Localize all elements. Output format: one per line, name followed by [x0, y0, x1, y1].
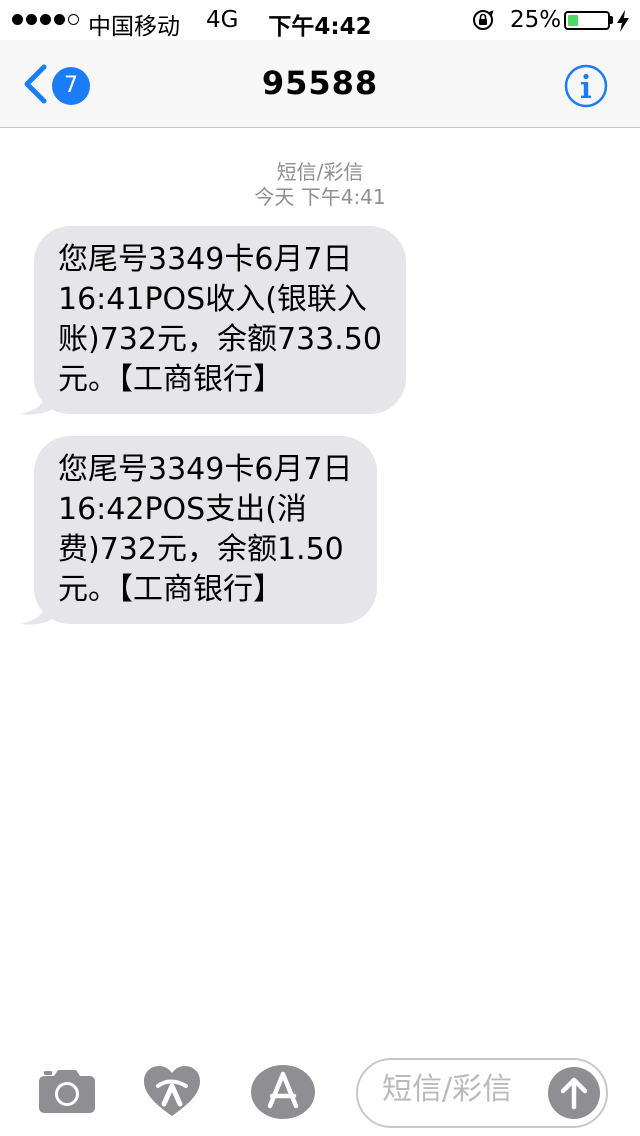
- message-text: 您尾号3349卡6月7日 16:42POS支出(消 费)732元，余额1.50 …: [58, 452, 353, 607]
- arrow-up-icon: [560, 1077, 588, 1110]
- message-text: 您尾号3349卡6月7日 16:41POS收入(银联入 账)732元，余额733…: [58, 242, 382, 397]
- info-icon[interactable]: [564, 64, 608, 108]
- message-input[interactable]: [382, 1072, 542, 1107]
- send-button[interactable]: [548, 1067, 600, 1119]
- battery-percentage: 25%: [510, 7, 562, 33]
- conversation-title: 95588: [261, 64, 379, 102]
- charging-bolt-icon: [617, 10, 629, 32]
- rotation-lock-icon: [473, 10, 494, 30]
- status-bar: 中国移动 4G 下午4:42 25%: [0, 0, 640, 40]
- camera-icon[interactable]: [38, 1068, 96, 1114]
- message-toolbar: [0, 1048, 640, 1136]
- compose-field[interactable]: [356, 1058, 608, 1128]
- message-bubble[interactable]: 您尾号3349卡6月7日 16:41POS收入(银联入 账)732元，余额733…: [34, 226, 406, 414]
- app-store-icon[interactable]: [250, 1064, 316, 1120]
- digital-touch-icon[interactable]: [142, 1064, 202, 1118]
- battery-icon: [564, 11, 610, 30]
- message-bubble[interactable]: 您尾号3349卡6月7日 16:42POS支出(消 费)732元，余额1.50 …: [34, 436, 377, 624]
- message-timestamp: 今天 下午4:41: [254, 185, 386, 209]
- navigation-bar: 7 95588: [0, 40, 640, 128]
- battery-tip: [610, 16, 613, 24]
